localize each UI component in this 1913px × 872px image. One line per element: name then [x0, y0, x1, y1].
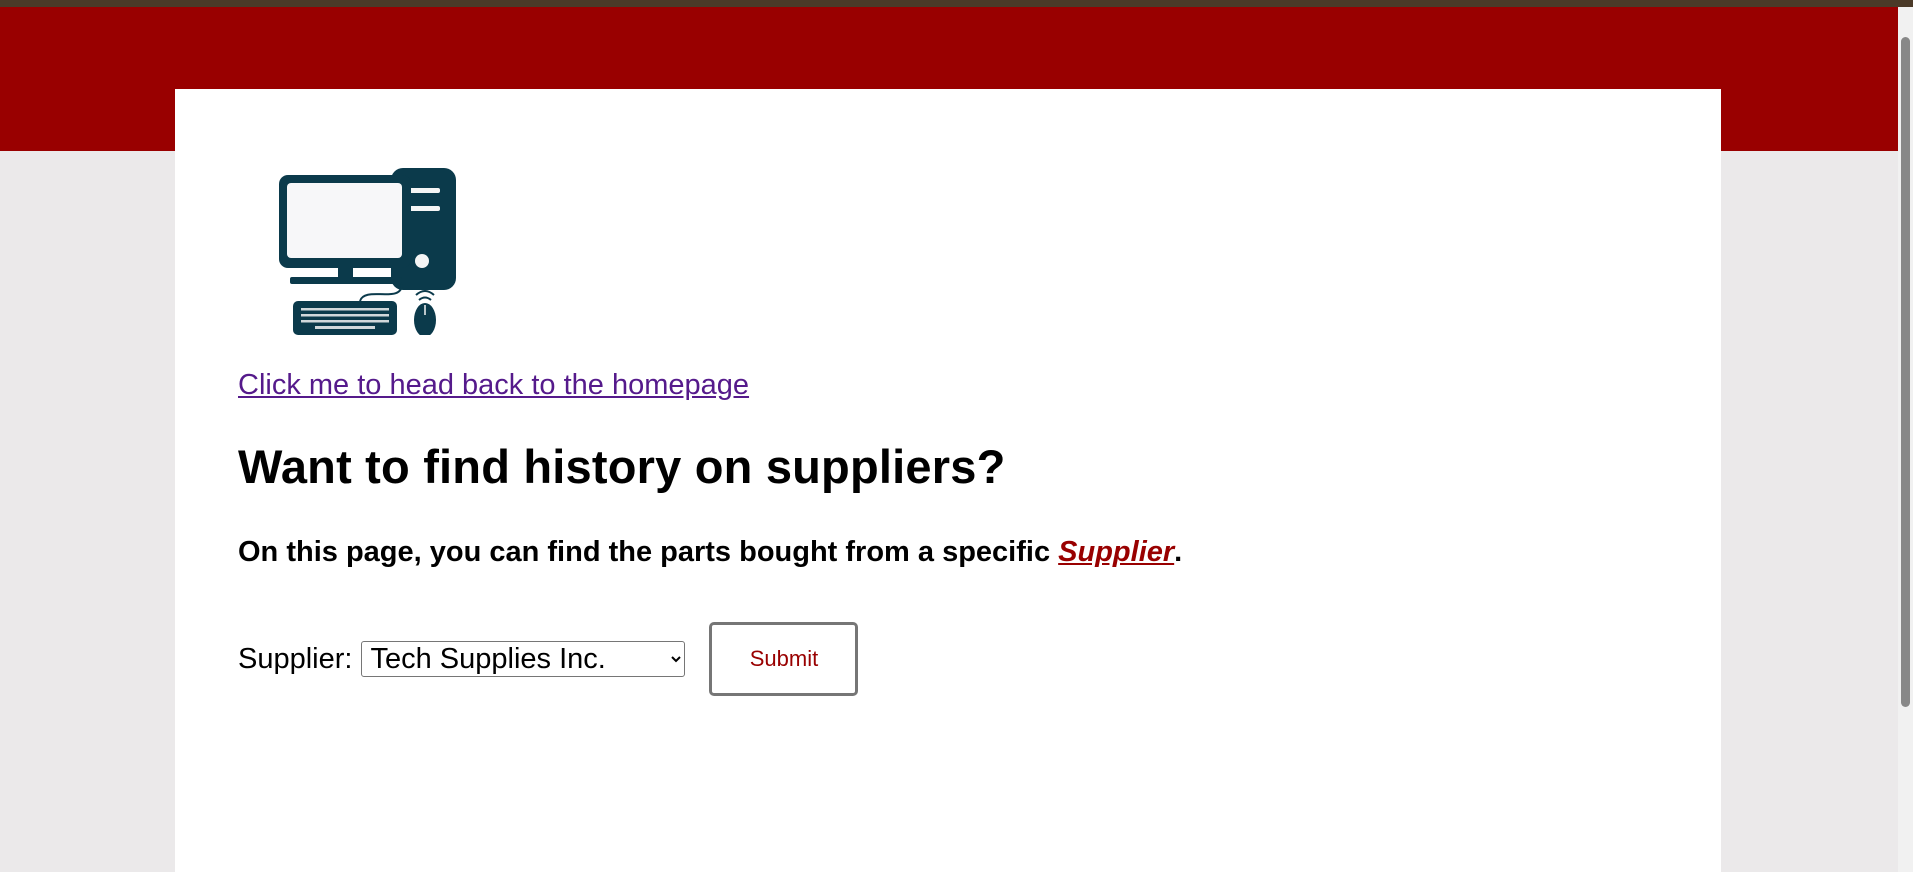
intro-text-end: . — [1174, 536, 1183, 568]
desktop-computer-icon — [279, 168, 456, 335]
page-title: Want to find history on suppliers? — [238, 440, 1006, 493]
submit-button[interactable]: Submit — [709, 622, 859, 696]
browser-top-strip — [0, 0, 1913, 7]
content-card: Click me to head back to the homepage Wa… — [175, 89, 1721, 872]
scrollbar-thumb[interactable] — [1901, 37, 1910, 707]
supplier-label: Supplier: — [238, 642, 353, 675]
supplier-link[interactable]: Supplier — [1058, 536, 1174, 568]
intro-text-start: On this page, you can find the parts bou… — [238, 536, 1059, 568]
page-scrollbar[interactable] — [1898, 7, 1913, 872]
supplier-select[interactable]: Tech Supplies Inc. — [361, 641, 686, 677]
home-link[interactable]: Click me to head back to the homepage — [238, 369, 749, 402]
intro-text: On this page, you can find the parts bou… — [238, 536, 1182, 569]
supplier-form: Supplier: Tech Supplies Inc. Submit — [238, 619, 859, 699]
